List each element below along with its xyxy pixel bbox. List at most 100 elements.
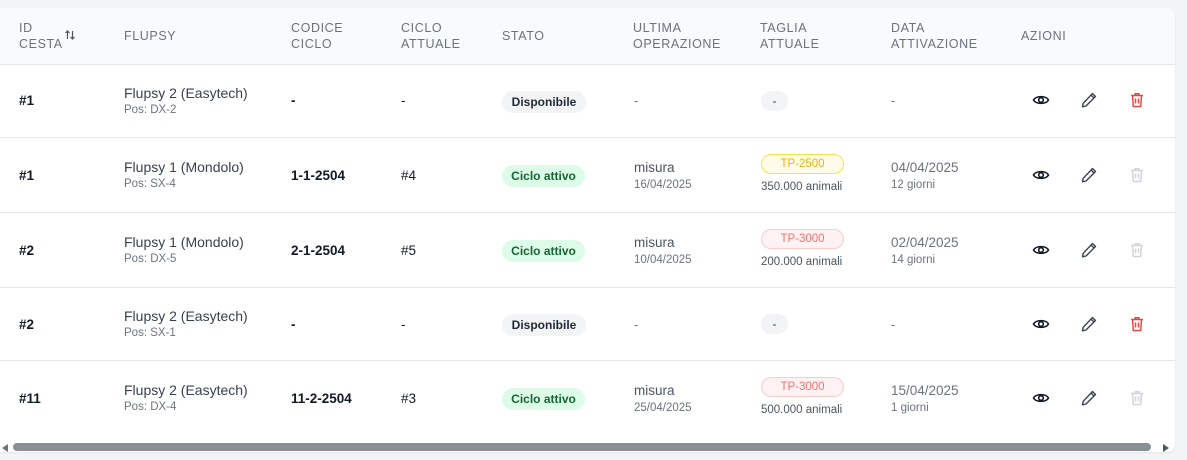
operation-date: 10/04/2025	[634, 254, 692, 266]
header-azioni: AZIONI	[1021, 29, 1067, 43]
size-badge: -	[761, 314, 788, 334]
eye-icon	[1032, 393, 1050, 403]
basket-id: #2	[19, 317, 35, 332]
horizontal-scrollbar[interactable]	[0, 441, 1175, 452]
flupsy-name: Flupsy 1 (Mondolo)	[124, 159, 244, 175]
size-badge: -	[761, 91, 788, 111]
view-button[interactable]	[1031, 388, 1051, 408]
status-badge: Disponibile	[502, 91, 586, 113]
flupsy-name: Flupsy 1 (Mondolo)	[124, 234, 244, 250]
table-row: #1 Flupsy 2 (Easytech) Pos: DX-2 - - Dis…	[0, 65, 1175, 138]
size-badge: TP-3000	[761, 229, 844, 249]
flupsy-cell: Flupsy 2 (Easytech) Pos: DX-4	[124, 381, 248, 415]
activation-date: -	[891, 317, 896, 332]
view-button[interactable]	[1031, 240, 1051, 260]
days-active: 12 giorni	[891, 179, 936, 191]
edit-button[interactable]	[1079, 240, 1099, 260]
view-button[interactable]	[1031, 90, 1051, 110]
activation-date: -	[891, 93, 896, 108]
size-badge: TP-2500	[761, 154, 844, 174]
basket-id: #1	[19, 168, 35, 183]
trash-icon	[1131, 93, 1143, 108]
activation-date: 15/04/2025 1 giorni	[891, 382, 959, 416]
table-row: #2 Flupsy 1 (Mondolo) Pos: DX-5 2-1-2504…	[0, 213, 1175, 288]
table-row: #1 Flupsy 1 (Mondolo) Pos: SX-4 1-1-2504…	[0, 138, 1175, 213]
basket-id: #1	[19, 93, 35, 108]
status-badge: Ciclo attivo	[502, 165, 585, 187]
pencil-icon	[1081, 242, 1097, 258]
status-badge: Ciclo attivo	[502, 240, 585, 262]
flupsy-position: Pos: DX-5	[124, 253, 177, 265]
header-ciclo-attuale: CICLO ATTUALE	[401, 21, 461, 51]
header-flupsy: FLUPSY	[124, 29, 177, 43]
cycle-code: -	[291, 317, 296, 332]
pencil-icon	[1081, 316, 1097, 332]
baskets-table: ID CESTA FLUPSY CODICE CICLO CICLO ATTUA…	[0, 8, 1175, 452]
trash-icon	[1131, 243, 1143, 258]
view-button[interactable]	[1031, 165, 1051, 185]
current-cycle: -	[401, 93, 406, 108]
animal-count: 500.000 animali	[761, 404, 843, 416]
edit-button[interactable]	[1079, 165, 1099, 185]
activation-date-value: 04/04/2025	[891, 160, 959, 175]
operation-type: misura	[634, 160, 675, 175]
cycle-code: 2-1-2504	[291, 243, 346, 258]
delete-button-disabled	[1127, 165, 1147, 185]
flupsy-name: Flupsy 2 (Easytech)	[124, 308, 248, 324]
view-button[interactable]	[1031, 314, 1051, 334]
edit-button[interactable]	[1079, 90, 1099, 110]
activation-date-value: 15/04/2025	[891, 383, 959, 398]
table-row: #2 Flupsy 2 (Easytech) Pos: SX-1 - - Dis…	[0, 288, 1175, 361]
flupsy-name: Flupsy 2 (Easytech)	[124, 85, 248, 101]
pencil-icon	[1081, 167, 1097, 183]
current-cycle: #3	[401, 391, 417, 406]
size-badge: TP-3000	[761, 377, 844, 397]
current-cycle: #4	[401, 168, 417, 183]
header-codice-ciclo: CODICE CICLO	[291, 21, 344, 51]
operation-type: misura	[634, 383, 675, 398]
scroll-left-arrow-icon[interactable]	[2, 444, 8, 452]
eye-icon	[1032, 245, 1050, 255]
basket-id: #11	[19, 391, 41, 406]
delete-button-disabled	[1127, 240, 1147, 260]
edit-button[interactable]	[1079, 314, 1099, 334]
last-operation: misura 25/04/2025	[634, 382, 692, 416]
last-operation: misura 10/04/2025	[634, 234, 692, 268]
scrollbar-thumb[interactable]	[13, 443, 1151, 451]
last-operation: misura 16/04/2025	[634, 159, 692, 193]
days-active: 14 giorni	[891, 254, 936, 266]
header-data-attivazione: DATA ATTIVAZIONE	[891, 21, 978, 51]
flupsy-cell: Flupsy 2 (Easytech) Pos: SX-1	[124, 307, 248, 341]
flupsy-position: Pos: SX-1	[124, 327, 176, 339]
header-stato: STATO	[502, 29, 545, 43]
delete-button-disabled	[1127, 388, 1147, 408]
flupsy-position: Pos: DX-4	[124, 401, 177, 413]
sort-arrows-icon[interactable]	[64, 28, 76, 42]
header-id-cesta[interactable]: ID CESTA	[19, 20, 63, 52]
operation-type: misura	[634, 235, 675, 250]
days-active: 1 giorni	[891, 402, 929, 414]
activation-date: 04/04/2025 12 giorni	[891, 159, 959, 193]
pencil-icon	[1081, 390, 1097, 406]
animal-count: 200.000 animali	[761, 256, 843, 268]
flupsy-cell: Flupsy 2 (Easytech) Pos: DX-2	[124, 84, 248, 118]
edit-button[interactable]	[1079, 388, 1099, 408]
scroll-right-arrow-icon[interactable]	[1163, 444, 1169, 452]
delete-button[interactable]	[1127, 314, 1147, 334]
current-cycle: #5	[401, 243, 417, 258]
last-operation: -	[634, 93, 639, 108]
animal-count: 350.000 animali	[761, 181, 843, 193]
status-badge: Disponibile	[502, 314, 586, 336]
eye-icon	[1032, 319, 1050, 329]
operation-date: 16/04/2025	[634, 179, 692, 191]
trash-icon	[1131, 168, 1143, 183]
basket-id: #2	[19, 243, 35, 258]
table-row: #11 Flupsy 2 (Easytech) Pos: DX-4 11-2-2…	[0, 361, 1175, 441]
flupsy-name: Flupsy 2 (Easytech)	[124, 382, 248, 398]
status-badge: Ciclo attivo	[502, 388, 585, 410]
activation-date-value: 02/04/2025	[891, 235, 959, 250]
delete-button[interactable]	[1127, 90, 1147, 110]
flupsy-position: Pos: DX-2	[124, 104, 177, 116]
last-operation: -	[634, 317, 639, 332]
trash-icon	[1131, 391, 1143, 406]
